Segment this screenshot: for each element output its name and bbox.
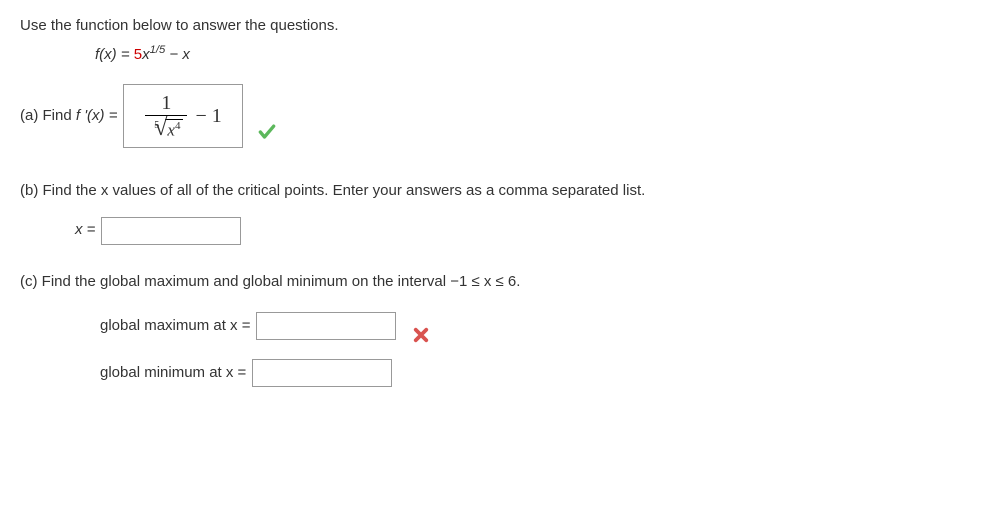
checkmark-icon bbox=[257, 118, 277, 151]
fraction-numerator: 1 bbox=[157, 93, 175, 115]
fraction: 1 5 √ x4 bbox=[145, 93, 187, 139]
part-b-input-label: x = bbox=[75, 219, 95, 242]
answer-tail: − 1 bbox=[195, 101, 221, 131]
func-tail: − x bbox=[165, 46, 190, 63]
part-a-answer-box[interactable]: 1 5 √ x4 − 1 bbox=[123, 84, 243, 148]
instructions-text: Use the function below to answer the que… bbox=[20, 15, 962, 38]
global-min-label: global minimum at x = bbox=[100, 362, 246, 385]
part-a: (a) Find f '(x) = 1 5 √ x4 − 1 bbox=[20, 84, 962, 148]
part-c-instructions: (c) Find the global maximum and global m… bbox=[20, 273, 520, 290]
function-definition: f(x) = 5x1/5 − x bbox=[95, 42, 962, 67]
part-c-text: (c) Find the global maximum and global m… bbox=[20, 271, 962, 294]
global-min-input[interactable] bbox=[252, 359, 392, 387]
radical-icon: √ bbox=[154, 118, 167, 138]
part-b-instructions: (b) Find the x values of all of the crit… bbox=[20, 182, 645, 199]
critical-points-input[interactable] bbox=[101, 217, 241, 245]
global-max-row: global maximum at x = bbox=[100, 311, 962, 341]
func-exponent: 1/5 bbox=[150, 44, 166, 56]
func-coef: 5 bbox=[134, 46, 142, 63]
cross-icon bbox=[412, 323, 430, 353]
func-lhs: f(x) = bbox=[95, 46, 134, 63]
global-min-row: global minimum at x = bbox=[100, 359, 962, 387]
radicand: x4 bbox=[165, 119, 183, 139]
global-max-label: global maximum at x = bbox=[100, 315, 250, 338]
part-b-text: (b) Find the x values of all of the crit… bbox=[20, 180, 962, 203]
radicand-base: x bbox=[167, 121, 175, 140]
part-a-label: (a) Find f '(x) = bbox=[20, 105, 117, 128]
global-max-input[interactable] bbox=[256, 312, 396, 340]
root-expr: 5 √ x4 bbox=[149, 119, 183, 139]
fraction-denominator: 5 √ x4 bbox=[145, 115, 187, 139]
func-var: x bbox=[142, 46, 150, 63]
radicand-exp: 4 bbox=[175, 120, 181, 132]
part-b-input-row: x = bbox=[75, 217, 962, 245]
part-a-label-text: (a) Find bbox=[20, 107, 76, 124]
fprime-label: f '(x) = bbox=[76, 107, 118, 124]
